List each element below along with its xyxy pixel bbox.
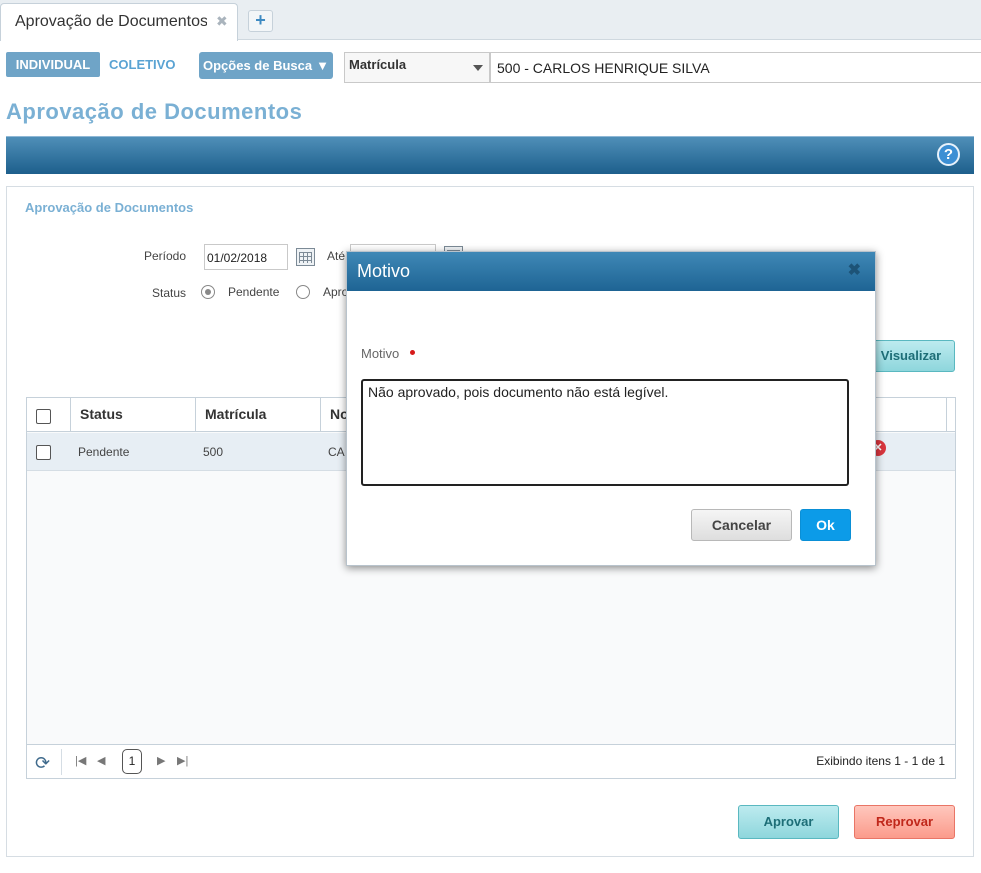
coletivo-link[interactable]: COLETIVO [109,57,175,72]
status-pendente-label: Pendente [228,285,280,299]
search-options-label: Opções de Busca [203,58,313,73]
cell-nome: CA [328,445,345,459]
next-page-icon[interactable]: ▶ [157,754,165,767]
periodo-from-input[interactable]: 01/02/2018 [204,244,288,270]
refresh-icon[interactable]: ⟳ [35,753,50,774]
motivo-field-label: Motivo [361,346,400,361]
search-toolbar: INDIVIDUAL COLETIVO Opções de Busca ▼ Ma… [0,41,981,87]
cell-status: Pendente [78,445,130,459]
tab-close-icon[interactable]: ✖ [216,13,228,30]
panel-title: Aprovação de Documentos [25,200,194,215]
calendar-icon[interactable] [296,248,315,266]
chevron-down-icon: ▼ [316,58,329,73]
tab-strip: Aprovação de Documentos ✖ + [0,0,981,41]
app-root: Aprovação de Documentos ✖ + INDIVIDUAL C… [0,0,981,873]
select-all-checkbox[interactable] [36,409,51,424]
status-label: Status [152,286,187,300]
required-indicator [410,350,415,355]
column-header-matricula[interactable]: Matrícula [196,398,321,432]
add-tab-icon[interactable]: + [248,10,273,32]
select-all-cell [27,398,71,432]
ate-label: Até [327,249,346,263]
periodo-label: Período [144,249,187,263]
dropdown-arrow-icon [473,65,483,71]
search-type-value: Matrícula [349,57,407,72]
column-header-status[interactable]: Status [71,398,196,432]
aprovar-button[interactable]: Aprovar [738,805,839,839]
reprovar-button[interactable]: Reprovar [854,805,955,839]
tab-label: Aprovação de Documentos [15,13,207,30]
status-aprovado-label: Apro [323,285,349,299]
search-type-select[interactable]: Matrícula [344,52,490,83]
modal-close-icon[interactable]: ✖ [848,260,861,280]
pager-info: Exibindo itens 1 - 1 de 1 [816,754,945,768]
page-title: Aprovação de Documentos [6,99,303,124]
individual-button[interactable]: INDIVIDUAL [6,52,100,77]
dialog-title: Motivo [357,261,411,281]
dialog-header: Motivo ✖ [347,252,875,291]
cancel-button[interactable]: Cancelar [691,509,792,541]
status-pendente-radio[interactable] [201,285,215,299]
motivo-dialog: Motivo ✖ Motivo Não aprovado, pois docum… [346,251,876,566]
employee-field[interactable]: 500 - CARLOS HENRIQUE SILVA [490,52,981,83]
grid-pager: ⟳ |◀ ◀ 1 ▶ ▶| Exibindo itens 1 - 1 de 1 [27,744,955,778]
help-icon[interactable]: ? [937,143,960,166]
header-band: ? [6,136,974,174]
cell-matricula: 500 [203,445,224,459]
tab-aprovacao-documentos[interactable]: Aprovação de Documentos ✖ [0,3,238,41]
pager-divider [61,749,62,775]
status-aprovado-radio[interactable] [296,285,310,299]
first-page-icon[interactable]: |◀ [75,754,86,767]
current-page-input[interactable]: 1 [122,749,142,774]
motivo-textarea[interactable]: Não aprovado, pois documento não está le… [361,379,849,486]
search-options-button[interactable]: Opções de Busca ▼ [199,52,333,79]
last-page-icon[interactable]: ▶| [177,754,188,767]
ok-button[interactable]: Ok [800,509,851,541]
row-checkbox[interactable] [36,445,51,460]
prev-page-icon[interactable]: ◀ [97,754,105,767]
visualizar-button[interactable]: Visualizar [867,340,955,372]
